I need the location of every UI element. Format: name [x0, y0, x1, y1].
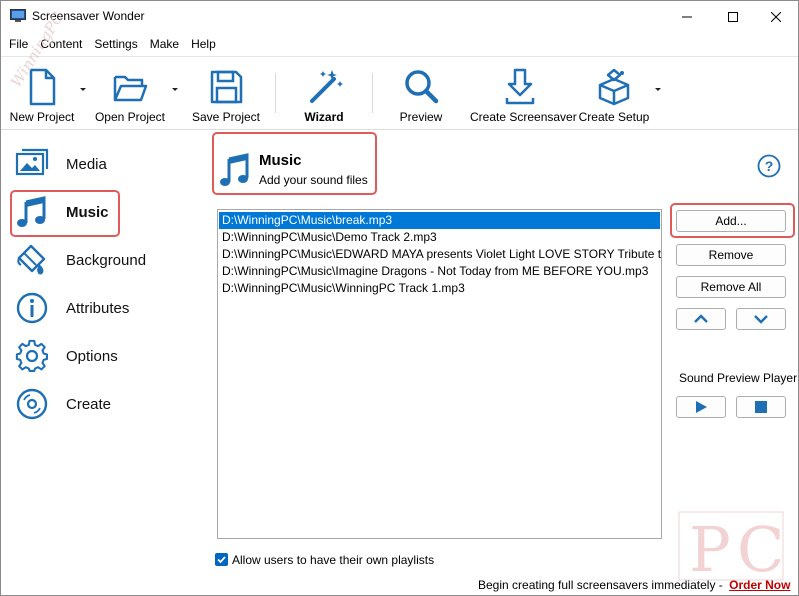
nav-item-attributes[interactable]: Attributes: [15, 288, 165, 328]
maximize-icon: [728, 11, 738, 22]
save-disk-icon: [210, 70, 243, 104]
add-button-highlight: [670, 203, 795, 238]
preview-button[interactable]: Preview: [393, 67, 449, 124]
stop-icon: [755, 401, 767, 413]
info-icon: [16, 292, 48, 324]
watermark-logo: P C: [678, 511, 784, 584]
new-project-dropdown-icon[interactable]: [79, 87, 87, 93]
list-item[interactable]: D:\WinningPC\Music\WinningPC Track 1.mp3: [219, 280, 660, 297]
nav-item-options[interactable]: Options: [15, 336, 165, 376]
toolbar-separator: [275, 73, 276, 113]
header-highlight: [212, 132, 377, 195]
allow-playlists-label[interactable]: Allow users to have their own playlists: [232, 553, 434, 567]
paint-bucket-icon: [17, 244, 46, 275]
preview-label: Preview: [399, 110, 443, 124]
wizard-button[interactable]: Wizard: [293, 67, 355, 124]
wizard-label: Wizard: [304, 110, 344, 124]
package-box-icon: [598, 68, 630, 106]
svg-text:P: P: [689, 513, 731, 584]
gear-icon: [15, 339, 48, 372]
save-project-button[interactable]: Save Project: [191, 67, 261, 124]
close-icon: [771, 11, 781, 22]
magnifier-icon: [405, 70, 439, 104]
menu-make[interactable]: Make: [144, 34, 185, 54]
create-setup-button[interactable]: Create Setup: [578, 67, 650, 124]
move-up-button[interactable]: [676, 308, 726, 330]
nav-label-background: Background: [66, 251, 147, 269]
nav-label-attributes: Attributes: [66, 299, 130, 317]
new-project-label: New Project: [9, 110, 75, 124]
minimize-button[interactable]: [664, 1, 710, 32]
open-project-dropdown-icon[interactable]: [171, 87, 179, 93]
nav-label-media: Media: [66, 155, 107, 173]
open-project-label: Open Project: [94, 110, 166, 124]
menu-settings[interactable]: Settings: [88, 34, 143, 54]
download-arrow-icon: [505, 68, 535, 105]
maximize-button[interactable]: [710, 1, 756, 32]
chevron-down-icon: [754, 315, 768, 324]
chevron-up-icon: [694, 314, 708, 323]
move-down-button[interactable]: [736, 308, 786, 330]
list-item[interactable]: D:\WinningPC\Music\Imagine Dragons - Not…: [219, 263, 660, 280]
help-icon[interactable]: ?: [757, 154, 781, 178]
menu-bar: File Content Settings Make Help: [1, 34, 798, 54]
svg-text:C: C: [737, 513, 784, 584]
create-screensaver-button[interactable]: Create Screensaver: [470, 67, 577, 124]
magic-wand-icon: [310, 70, 343, 103]
nav-item-background[interactable]: Background: [15, 240, 165, 280]
nav-label-create: Create: [66, 395, 112, 413]
list-item[interactable]: D:\WinningPC\Music\EDWARD MAYA presents …: [219, 246, 661, 263]
close-button[interactable]: [753, 1, 798, 32]
nav-item-create[interactable]: Create: [15, 384, 165, 424]
checkmark-icon: [217, 556, 226, 564]
save-project-label: Save Project: [191, 110, 261, 124]
stop-button[interactable]: [736, 396, 786, 418]
player-label: Sound Preview Player: [679, 371, 798, 385]
menu-help[interactable]: Help: [185, 34, 222, 54]
music-nav-highlight: [10, 190, 120, 237]
remove-all-button[interactable]: Remove All: [676, 276, 786, 298]
play-button[interactable]: [676, 396, 726, 418]
list-item[interactable]: D:\WinningPC\Music\break.mp3: [219, 212, 660, 229]
minimize-icon: [682, 16, 692, 17]
create-setup-label: Create Setup: [578, 110, 650, 124]
image-gallery-icon: [15, 148, 49, 176]
open-folder-icon: [113, 75, 148, 102]
create-screensaver-label: Create Screensaver: [470, 110, 577, 124]
create-setup-dropdown-icon[interactable]: [654, 87, 662, 93]
disc-icon: [16, 388, 48, 420]
toolbar: New Project Open Project Save Project Wi…: [1, 56, 798, 130]
nav-label-options: Options: [66, 347, 118, 365]
toolbar-separator: [372, 73, 373, 113]
remove-button[interactable]: Remove: [676, 244, 786, 266]
list-item[interactable]: D:\WinningPC\Music\Demo Track 2.mp3: [219, 229, 660, 246]
svg-text:?: ?: [765, 158, 774, 174]
allow-playlists-checkbox[interactable]: [215, 553, 228, 566]
app-window: Screensaver Wonder File Content Settings…: [0, 0, 799, 596]
music-file-list[interactable]: D:\WinningPC\Music\break.mp3 D:\WinningP…: [217, 209, 662, 539]
open-project-button[interactable]: Open Project: [93, 67, 167, 124]
nav-item-media[interactable]: Media: [15, 144, 165, 184]
play-icon: [696, 401, 707, 413]
app-icon: [10, 9, 26, 22]
title-bar: Screensaver Wonder: [1, 1, 798, 32]
